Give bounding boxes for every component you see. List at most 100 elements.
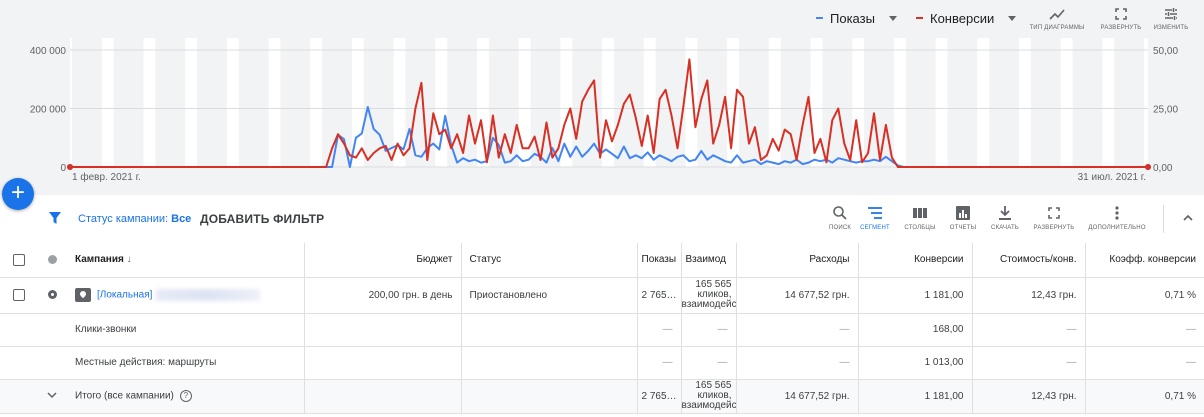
- header-interactions[interactable]: Взаимод: [680, 243, 736, 278]
- empty-cell: [303, 313, 461, 347]
- header-impressions[interactable]: Показы: [636, 243, 681, 278]
- empty-cell: [0, 313, 37, 347]
- campaign-name-link[interactable]: [Локальная]: [97, 290, 152, 301]
- chart-type-button[interactable]: ТИП ДИАГРАММЫ: [1029, 6, 1085, 31]
- grid-band: [1114, 38, 1145, 167]
- header-conv-rate[interactable]: Коэфф. конверсии: [1084, 243, 1204, 278]
- arrow-down-icon: ↓: [126, 254, 132, 266]
- redacted-text: [156, 289, 261, 301]
- y-left-tick-label: 0: [60, 163, 66, 174]
- chevron-down-icon[interactable]: [46, 391, 58, 399]
- segment-conv-rate: —: [1084, 313, 1204, 347]
- segment-impressions: —: [636, 346, 681, 380]
- download-label: СКАЧАТЬ: [991, 225, 1019, 231]
- y-right-tick-label: 0,00: [1153, 163, 1173, 174]
- campaign-impressions: 2 765…: [636, 277, 681, 314]
- header-campaign[interactable]: Кампания ↓: [67, 243, 304, 278]
- segment-label: Местные действия: маршруты: [67, 346, 304, 380]
- header-budget[interactable]: Бюджет: [303, 243, 461, 278]
- interactions-unit2: взаимодейст.: [681, 299, 736, 310]
- metric2-selector[interactable]: Конверсии: [916, 9, 1017, 27]
- campaign-status: Приостановлено: [460, 277, 637, 314]
- segment-cost-per-conv: —: [971, 346, 1085, 380]
- chart-edit-button[interactable]: ИЗМЕНИТЬ: [1143, 6, 1199, 31]
- total-conversions: 1 181,00: [857, 379, 972, 414]
- empty-cell: [37, 346, 67, 380]
- plus-icon: +: [10, 179, 25, 206]
- metric2-swatch: [916, 17, 923, 19]
- segment-cost: —: [735, 346, 858, 380]
- header-cost-per-conv[interactable]: Стоимость/конв.: [971, 243, 1085, 278]
- chevron-up-icon[interactable]: [1182, 213, 1194, 223]
- table-row: Клики-звонки — — — 168,00 — —: [0, 313, 1204, 347]
- campaign-budget[interactable]: 200,00 грн. в день: [303, 277, 461, 314]
- download-icon: [999, 206, 1011, 220]
- total-interactions-unit2: взаимодейст.: [681, 400, 736, 411]
- fullscreen-button[interactable]: РАЗВЕРНУТЬ: [1029, 205, 1079, 231]
- campaign-name-cell: [Локальная]: [67, 277, 304, 314]
- grid-band: [113, 38, 144, 167]
- filter-toolbar: Статус кампании: Все ДОБАВИТЬ ФИЛЬТР ПОИ…: [0, 195, 1204, 243]
- total-impressions: 2 765…: [636, 379, 681, 414]
- add-filter-button[interactable]: ДОБАВИТЬ ФИЛЬТР: [200, 212, 324, 226]
- grid-band: [197, 38, 227, 167]
- segment-cost-per-conv: —: [971, 313, 1085, 347]
- header-cost[interactable]: Расходы: [735, 243, 858, 278]
- fullscreen-icon: [1115, 8, 1127, 20]
- download-button[interactable]: СКАЧАТЬ: [980, 205, 1030, 231]
- metric1-selector[interactable]: Показы: [816, 9, 897, 27]
- empty-cell: [460, 379, 637, 414]
- help-icon[interactable]: ?: [179, 390, 192, 402]
- y-left-tick-label: 400 000: [30, 46, 67, 57]
- more-label: ДОПОЛНИТЕЛЬНО: [1088, 225, 1146, 231]
- total-conv-rate: 0,71 %: [1084, 379, 1204, 414]
- row-checkbox[interactable]: [12, 289, 25, 301]
- x-start-label: 1 февр. 2021 г.: [72, 171, 141, 183]
- campaign-cost-per-conv: 12,43 грн.: [971, 277, 1085, 314]
- grid-band: [488, 38, 519, 167]
- select-all-cell: [0, 243, 37, 278]
- grid-band: [280, 38, 311, 167]
- y-right-tick-label: 25,00: [1153, 105, 1178, 116]
- empty-cell: [303, 379, 461, 414]
- segment-conversions: 168,00: [857, 313, 972, 347]
- filter-icon[interactable]: [48, 211, 62, 225]
- total-cost: 14 677,52 грн.: [735, 379, 858, 414]
- header-status[interactable]: Статус: [460, 243, 637, 278]
- chart-edit-label: ИЗМЕНИТЬ: [1153, 25, 1189, 31]
- header-conversions[interactable]: Конверсии: [857, 243, 972, 278]
- paused-status-icon[interactable]: [47, 290, 57, 300]
- chevron-down-icon: [1008, 15, 1017, 21]
- status-dot-icon: [47, 255, 57, 265]
- segment-interactions: —: [680, 313, 736, 347]
- empty-cell: [37, 313, 67, 347]
- grid-band: [238, 38, 269, 167]
- series-start-point: [67, 164, 73, 170]
- segment-button[interactable]: СЕГМЕНТ: [850, 205, 900, 231]
- grid-band: [322, 38, 352, 167]
- y-right-tick-label: 50,00: [1153, 46, 1178, 57]
- more-button[interactable]: ДОПОЛНИТЕЛЬНО: [1087, 205, 1147, 231]
- row-status-cell: [37, 277, 67, 314]
- campaign-status-filter[interactable]: Статус кампании: Все: [78, 213, 191, 225]
- segment-label: Клики-звонки: [67, 313, 304, 347]
- total-row: Итого (все кампании)? 2 765… 165 565 клик…: [0, 379, 1204, 414]
- create-fab-button[interactable]: +: [2, 178, 34, 210]
- chart-canvas: 400 000 200 000 0 50,00 25,00 0,00 1 февр. 202…: [30, 38, 1178, 183]
- segment-label: СЕГМЕНТ: [860, 225, 890, 231]
- chart-expand-button[interactable]: РАЗВЕРНУТЬ: [1093, 6, 1149, 31]
- empty-cell: [460, 313, 637, 347]
- campaigns-table: Кампания ↓ Бюджет Статус Показы Взаимод …: [0, 243, 1204, 417]
- header-campaign-label: Кампания: [75, 254, 124, 266]
- map-pin-icon: [75, 288, 91, 302]
- columns-icon: [913, 208, 927, 218]
- table-row: [Локальная] 200,00 грн. в день Приостано…: [0, 277, 1204, 314]
- status-dot-header: [37, 243, 67, 278]
- plot-background: [70, 38, 1148, 167]
- total-interactions: 165 565кликов,взаимодейст.: [680, 379, 736, 414]
- empty-cell: [0, 346, 37, 380]
- select-all-checkbox[interactable]: [12, 253, 25, 266]
- segment-cost: —: [735, 313, 858, 347]
- total-label: Итого (все кампании): [75, 390, 174, 402]
- campaign-conversions: 1 181,00: [857, 277, 972, 314]
